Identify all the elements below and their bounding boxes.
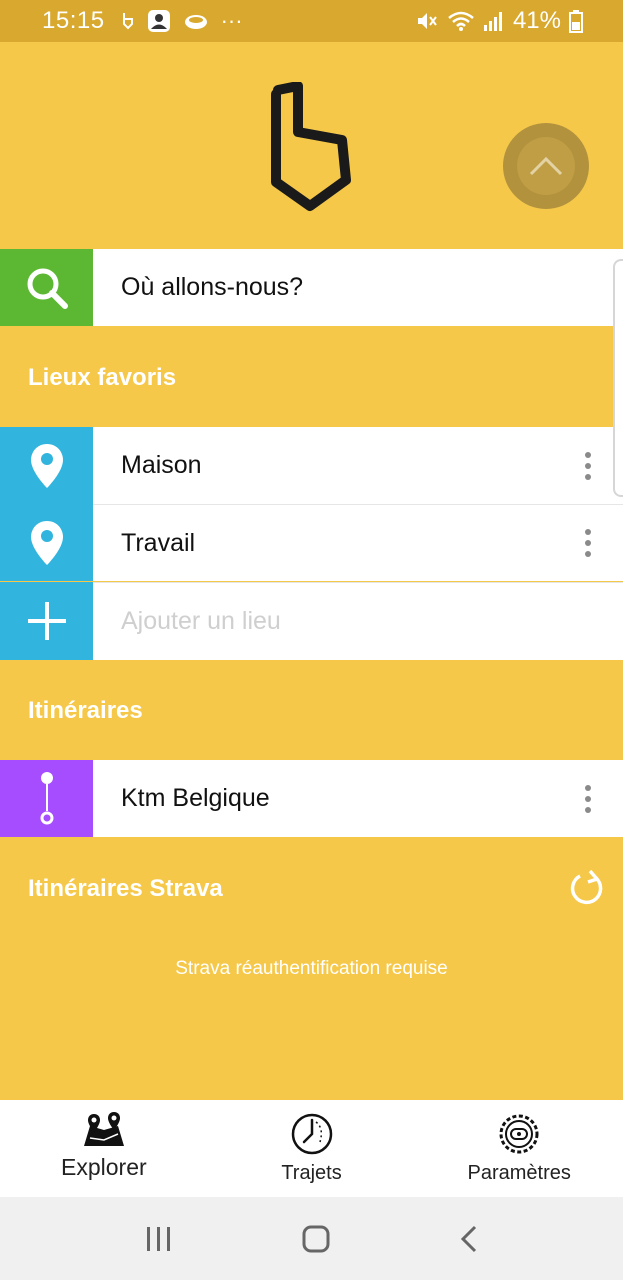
wifi-icon: [448, 11, 474, 31]
add-place-label: Ajouter un lieu: [93, 582, 623, 660]
cloud-app-icon: [184, 15, 207, 29]
route-item[interactable]: Ktm Belgique: [0, 760, 623, 837]
search-row[interactable]: Où allons-nous?: [0, 249, 623, 326]
more-options-icon[interactable]: [585, 504, 591, 581]
search-input[interactable]: Où allons-nous?: [93, 249, 623, 326]
status-time: 15:15: [42, 7, 105, 34]
refresh-icon[interactable]: [566, 868, 606, 908]
home-icon[interactable]: [301, 1224, 331, 1254]
collapse-button[interactable]: [503, 123, 589, 209]
more-options-icon[interactable]: [585, 760, 591, 837]
recent-apps-icon[interactable]: [144, 1225, 174, 1253]
header: [0, 42, 623, 249]
system-navigation: [0, 1197, 623, 1280]
nav-trips[interactable]: Trajets: [208, 1100, 416, 1197]
app-logo-icon: [271, 82, 351, 211]
strava-status-message: Strava réauthentification requise: [175, 958, 448, 979]
gear-icon: [499, 1114, 539, 1154]
nav-explorer-label: Explorer: [61, 1154, 147, 1180]
app-logo-small-icon: [122, 13, 133, 30]
favorite-label: Travail: [93, 504, 623, 581]
favorites-title: Lieux favoris: [28, 364, 177, 391]
nav-trips-label: Trajets: [281, 1162, 342, 1184]
more-notifications-icon: ···: [220, 8, 243, 33]
status-bar: 15:15 ··· 41%: [0, 0, 623, 42]
battery-percent: 41%: [512, 7, 561, 34]
bottom-navigation: Explorer Trajets Paramètres: [0, 1100, 623, 1197]
routes-title: Itinéraires: [28, 697, 143, 724]
route-label: Ktm Belgique: [93, 760, 623, 837]
location-pin-icon: [0, 504, 93, 581]
search-icon: [0, 249, 93, 326]
strava-title: Itinéraires Strava: [28, 875, 223, 902]
map-explore-icon: [83, 1112, 124, 1146]
back-icon[interactable]: [459, 1224, 479, 1254]
battery-icon: [569, 10, 583, 33]
location-pin-icon: [0, 427, 93, 504]
contact-icon: [147, 10, 170, 32]
clock-icon: [291, 1113, 332, 1155]
nav-settings-label: Paramètres: [467, 1162, 571, 1184]
scrollbar[interactable]: [613, 259, 623, 497]
favorite-item[interactable]: Travail: [0, 504, 623, 581]
muted-icon: [417, 13, 437, 29]
nav-explorer[interactable]: Explorer: [0, 1100, 208, 1197]
add-place-row[interactable]: Ajouter un lieu: [0, 582, 623, 660]
notification-icons: ···: [121, 8, 243, 34]
nav-settings[interactable]: Paramètres: [415, 1100, 623, 1197]
favorite-label: Maison: [93, 427, 623, 504]
more-options-icon[interactable]: [585, 427, 591, 504]
plus-icon: [0, 582, 93, 660]
signal-icon: [483, 12, 502, 31]
favorite-item[interactable]: Maison: [0, 427, 623, 504]
chevron-up-icon: [517, 137, 575, 195]
route-icon: [0, 760, 93, 837]
